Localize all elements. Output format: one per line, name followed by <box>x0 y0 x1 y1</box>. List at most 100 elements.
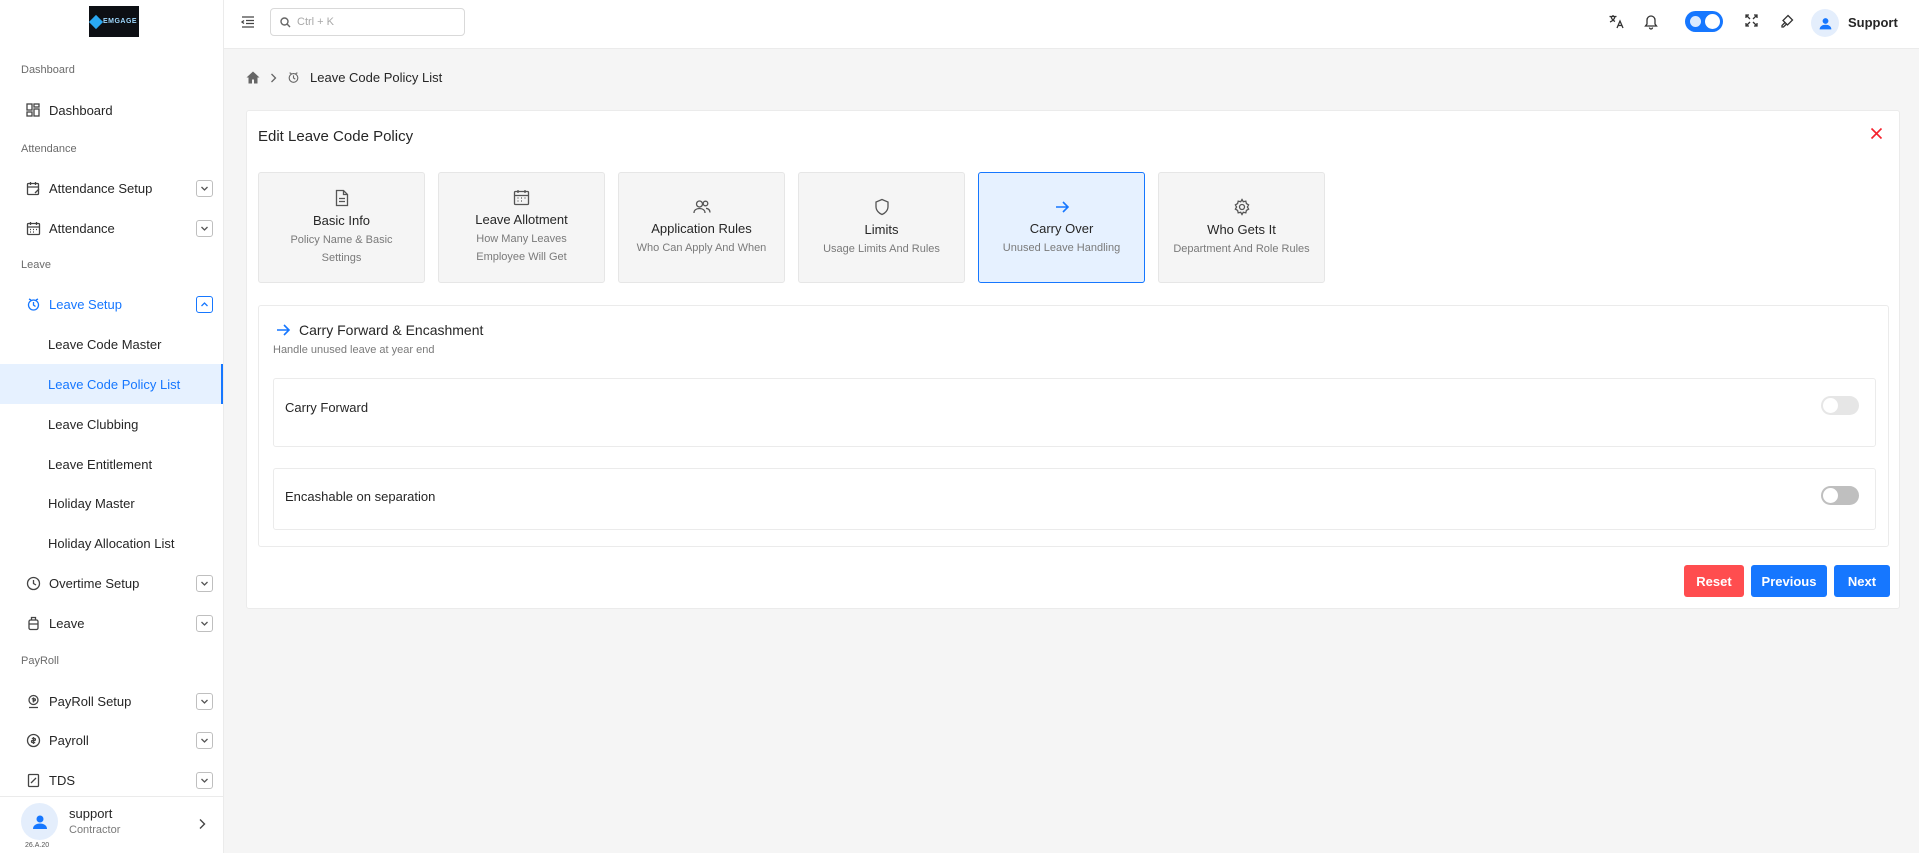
theme-toggle[interactable] <box>1685 11 1723 32</box>
step-desc: Policy Name & Basic Settings <box>290 233 393 264</box>
sidebar-item-label: Payroll <box>49 732 89 748</box>
sidebar-subitem-leave-code-policy-list[interactable]: Leave Code Policy List <box>0 364 223 404</box>
sidebar-item-leave[interactable]: Leave <box>0 603 223 643</box>
leave-setup-icon <box>24 295 42 313</box>
sidebar-item-attendance[interactable]: Attendance <box>0 208 223 248</box>
step-carry-over[interactable]: Carry Over Unused Leave Handling <box>978 172 1145 283</box>
chevron-down-icon[interactable] <box>196 614 213 632</box>
chevron-down-icon[interactable] <box>196 771 213 789</box>
shield-icon <box>874 198 890 216</box>
sidebar-user-card[interactable]: support Contractor 26.A.20 <box>0 796 223 853</box>
chevron-down-icon[interactable] <box>196 731 213 749</box>
section-label-dashboard: Dashboard <box>21 64 75 76</box>
receipt-icon <box>24 771 42 789</box>
sidebar-item-leave-setup[interactable]: Leave Setup <box>0 284 223 324</box>
encashable-switch[interactable] <box>1821 486 1859 505</box>
payroll-setup-icon <box>24 692 42 710</box>
breadcrumb-current: Leave Code Policy List <box>310 70 443 85</box>
step-desc: Unused Leave Handling <box>1002 241 1121 254</box>
grid-icon <box>24 101 42 119</box>
breadcrumb: Leave Code Policy List <box>246 70 442 85</box>
step-desc: Usage Limits And Rules <box>823 242 940 255</box>
section-label-payroll: PayRoll <box>21 655 59 667</box>
switch-knob <box>1823 488 1838 503</box>
chevron-right-icon <box>270 73 277 83</box>
encashable-row: Encashable on separation <box>273 468 1876 530</box>
company-logo[interactable]: EMGAGE <box>88 6 139 37</box>
sidebar-subitem-holiday-allocation-list[interactable]: Holiday Allocation List <box>0 523 223 563</box>
sidebar-item-label: Overtime Setup <box>49 575 140 591</box>
chevron-down-icon[interactable] <box>196 692 213 710</box>
sidebar-subitem-holiday-master[interactable]: Holiday Master <box>0 483 223 523</box>
avatar[interactable] <box>1811 9 1839 37</box>
coin-icon <box>24 731 42 749</box>
chevron-down-icon[interactable] <box>196 219 213 237</box>
step-title: Leave Allotment <box>475 212 568 227</box>
leave-setup-icon <box>287 71 300 84</box>
chevron-down-icon[interactable] <box>196 179 213 197</box>
step-basic-info[interactable]: Basic Info Policy Name & Basic Settings <box>258 172 425 283</box>
carry-forward-switch[interactable] <box>1821 396 1859 415</box>
avatar <box>21 803 58 840</box>
step-limits[interactable]: Limits Usage Limits And Rules <box>798 172 965 283</box>
luggage-icon <box>24 614 42 632</box>
paint-brush-icon[interactable] <box>1779 13 1795 29</box>
sidebar-subitem-leave-entitlement[interactable]: Leave Entitlement <box>0 444 223 484</box>
step-title: Application Rules <box>651 220 752 236</box>
close-icon[interactable] <box>1870 127 1883 140</box>
translate-icon[interactable] <box>1608 13 1625 30</box>
toggle-knob <box>1705 14 1720 29</box>
chevron-up-icon[interactable] <box>196 295 213 313</box>
gear-icon <box>1233 197 1251 216</box>
sidebar-item-label: TDS <box>49 772 75 788</box>
sidebar-item-label: Attendance Setup <box>49 180 153 196</box>
sidebar-item-label: Leave <box>49 615 85 631</box>
user-icon <box>1819 17 1831 29</box>
bell-icon[interactable] <box>1643 13 1659 30</box>
sidebar-item-label: Attendance <box>49 220 115 236</box>
sidebar-item-payroll-setup[interactable]: PayRoll Setup <box>0 681 223 721</box>
search-box[interactable] <box>270 8 465 36</box>
step-title: Basic Info <box>312 212 371 228</box>
users-icon <box>692 199 711 215</box>
search-input[interactable] <box>297 16 447 28</box>
step-application-rules[interactable]: Application Rules Who Can Apply And When <box>618 172 785 283</box>
sidebar-item-dashboard[interactable]: Dashboard <box>0 90 223 130</box>
sidebar-subitem-leave-clubbing[interactable]: Leave Clubbing <box>0 404 223 444</box>
sidebar-menu[interactable]: Dashboard Dashboard Attendance Attendanc… <box>0 48 224 796</box>
section-label-attendance: Attendance <box>21 143 77 155</box>
reset-button[interactable]: Reset <box>1684 565 1744 597</box>
carry-forward-row: Carry Forward <box>273 378 1876 447</box>
field-label: Encashable on separation <box>285 489 436 504</box>
home-icon[interactable] <box>246 71 260 84</box>
step-leave-allotment[interactable]: Leave Allotment How Many Leaves Employee… <box>438 172 605 283</box>
carry-forward-panel: Carry Forward & Encashment Handle unused… <box>258 305 1889 547</box>
sidebar-subitem-leave-code-master[interactable]: Leave Code Master <box>0 324 223 364</box>
sidebar-item-tds[interactable]: TDS <box>0 760 223 796</box>
moon-icon <box>1690 16 1701 27</box>
app-version: 26.A.20 <box>25 842 50 849</box>
menu-toggle-icon[interactable] <box>240 14 256 30</box>
sidebar-item-payroll[interactable]: Payroll <box>0 720 223 760</box>
step-desc: Who Can Apply And When <box>636 241 767 254</box>
calendar-icon <box>513 189 530 206</box>
sidebar-item-label: PayRoll Setup <box>49 693 132 709</box>
logo-text: EMGAGE <box>102 18 138 25</box>
sidebar: EMGAGE Dashboard Dashboard Attendance At… <box>0 0 224 853</box>
next-button[interactable]: Next <box>1834 565 1890 597</box>
section-label-leave: Leave <box>21 259 51 271</box>
user-role: Contractor <box>69 824 121 836</box>
section-title: Carry Forward & Encashment <box>299 322 484 338</box>
sidebar-item-attendance-setup[interactable]: Attendance Setup <box>0 168 223 208</box>
user-name[interactable]: Support <box>1848 15 1898 30</box>
panel-header: Carry Forward & Encashment <box>275 322 483 338</box>
step-who-gets-it[interactable]: Who Gets It Department And Role Rules <box>1158 172 1325 283</box>
fullscreen-icon[interactable] <box>1744 13 1759 28</box>
sidebar-item-label: Dashboard <box>49 102 113 118</box>
previous-button[interactable]: Previous <box>1751 565 1827 597</box>
chevron-down-icon[interactable] <box>196 574 213 592</box>
sidebar-item-overtime-setup[interactable]: Overtime Setup <box>0 563 223 603</box>
user-name: support <box>69 806 113 821</box>
sidebar-item-label: Leave Setup <box>49 296 123 312</box>
chevron-right-icon[interactable] <box>198 818 206 830</box>
